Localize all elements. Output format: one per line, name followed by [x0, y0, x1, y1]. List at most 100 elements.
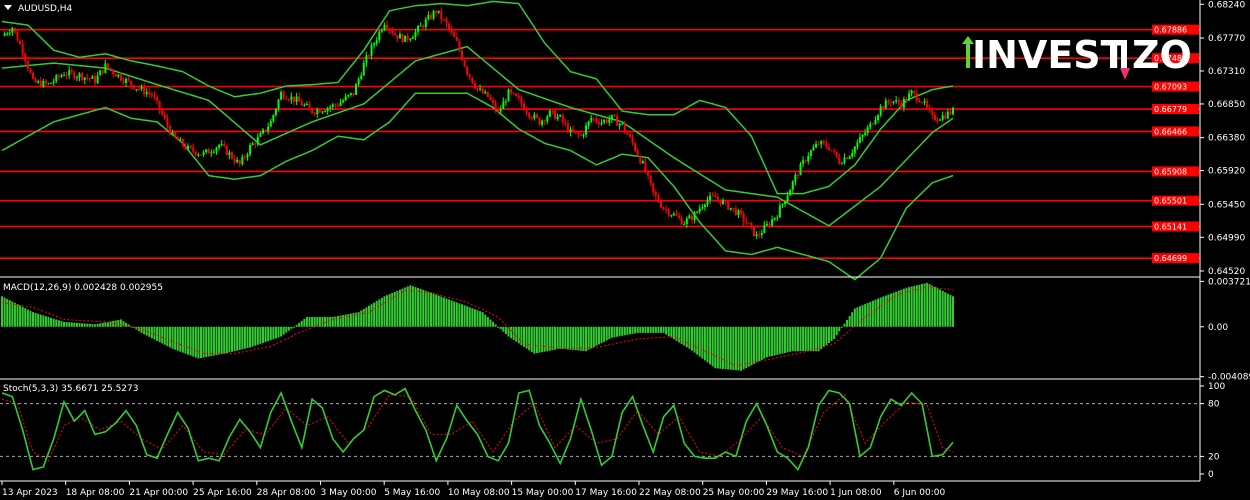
- candle-body: [827, 147, 830, 150]
- macd-bar: [838, 326, 841, 332]
- macd-bar: [742, 326, 745, 370]
- macd-bar: [380, 297, 383, 327]
- time-tick-label: 21 Apr 00:00: [129, 488, 188, 498]
- candle-body: [460, 50, 463, 61]
- candle-body: [6, 33, 9, 35]
- candle-body: [192, 147, 195, 152]
- candle-body: [210, 152, 213, 154]
- candle-body: [427, 15, 430, 20]
- macd-bar: [727, 326, 730, 370]
- candle-body: [644, 161, 647, 173]
- candle-body: [75, 77, 78, 79]
- candle-body: [499, 109, 502, 112]
- macd-bar: [892, 292, 895, 327]
- candle-body: [939, 119, 942, 121]
- macd-bar: [50, 317, 53, 327]
- candle-body: [32, 73, 35, 79]
- candle-body: [313, 113, 316, 115]
- macd-bar: [579, 326, 582, 351]
- macd-bar: [827, 326, 830, 344]
- macd-bar: [383, 296, 386, 327]
- macd-bar: [765, 326, 768, 358]
- candle-body: [652, 183, 655, 193]
- candle-body: [417, 26, 420, 32]
- macd-bar: [68, 322, 71, 327]
- candle-body: [324, 111, 327, 113]
- candle-body: [264, 129, 267, 132]
- macd-bar: [181, 326, 184, 353]
- macd-bar: [88, 323, 91, 327]
- macd-bar: [830, 326, 833, 342]
- macd-bar: [437, 295, 440, 327]
- candle-body: [659, 201, 662, 208]
- macd-bar: [895, 291, 898, 327]
- macd-title: MACD(12,26,9) 0.002428 0.002955: [3, 283, 163, 293]
- macd-bar: [494, 324, 497, 327]
- time-tick-label: 22 May 08:00: [639, 488, 701, 498]
- candle-body: [181, 139, 184, 146]
- candle-body: [747, 222, 750, 224]
- candle-body: [722, 200, 725, 205]
- macd-bar: [740, 326, 743, 371]
- macd-bar: [156, 326, 159, 341]
- candle-body: [941, 115, 944, 120]
- macd-bar: [450, 300, 453, 327]
- candle-body: [701, 207, 704, 209]
- time-tick-label: 18 Apr 08:00: [66, 488, 125, 498]
- macd-bar: [815, 326, 818, 352]
- macd-bar: [908, 287, 911, 327]
- macd-bar: [944, 292, 947, 327]
- candle-body: [768, 223, 771, 226]
- candle-body: [223, 144, 226, 146]
- candle-body: [905, 98, 908, 101]
- logo-text-left: INVEST: [972, 33, 1127, 77]
- macd-bar: [422, 289, 425, 327]
- candle-body: [194, 151, 197, 155]
- macd-bar: [427, 291, 430, 327]
- macd-bar: [267, 326, 270, 342]
- candle-body: [13, 27, 16, 32]
- macd-bar: [913, 285, 916, 327]
- candle-body: [55, 75, 58, 82]
- candle-body: [300, 101, 303, 106]
- macd-bar: [184, 326, 187, 354]
- macd-bar: [541, 326, 544, 353]
- macd-bar: [546, 326, 549, 352]
- macd-bar: [70, 322, 73, 327]
- candle-body: [654, 192, 657, 196]
- candle-body: [936, 120, 939, 122]
- macd-bar: [313, 317, 316, 327]
- macd-bar: [388, 294, 391, 327]
- candle-body: [577, 132, 580, 135]
- candle-body: [473, 83, 476, 89]
- candle-body: [47, 83, 50, 85]
- candle-body: [541, 120, 544, 125]
- macd-bar: [747, 326, 750, 367]
- candle-body: [835, 151, 838, 158]
- candle-body: [628, 134, 631, 137]
- level-label: 0.66779: [1154, 105, 1187, 114]
- macd-bar: [334, 316, 337, 327]
- candle-body: [763, 225, 766, 234]
- candle-body: [784, 201, 787, 204]
- candle-body: [207, 149, 210, 154]
- macd-bar: [920, 284, 923, 327]
- candle-body: [295, 96, 298, 102]
- macd-bar: [734, 326, 737, 371]
- macd-bar: [440, 296, 443, 327]
- candle-body: [158, 100, 161, 111]
- price-tick-label: 0.64990: [1208, 233, 1245, 243]
- macd-bar: [132, 326, 135, 328]
- candle-body: [360, 75, 363, 79]
- macd-bar: [55, 319, 58, 327]
- macd-bar: [600, 326, 603, 344]
- macd-bar: [665, 326, 668, 335]
- macd-bar: [582, 326, 585, 351]
- macd-bar: [856, 307, 859, 327]
- macd-bar: [781, 326, 784, 354]
- candle-body: [915, 93, 918, 101]
- candle-body: [809, 150, 812, 157]
- candle-body: [662, 207, 665, 210]
- stoch-tick-label: 0: [1208, 470, 1214, 480]
- candle-body: [383, 24, 386, 31]
